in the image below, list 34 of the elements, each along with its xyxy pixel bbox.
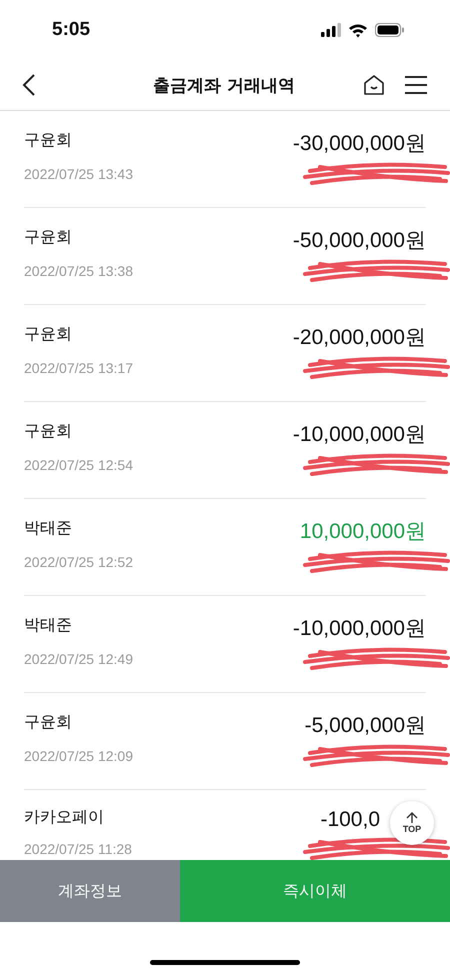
page-title: 출금계좌 거래내역 bbox=[152, 74, 296, 96]
arrow-up-icon bbox=[406, 812, 418, 824]
transaction-name: 카카오페이 bbox=[24, 806, 104, 828]
bottom-bar-button[interactable]: 계좌정보 bbox=[0, 860, 180, 922]
wifi-icon bbox=[349, 22, 367, 38]
menu-icon[interactable] bbox=[402, 73, 430, 97]
transaction-name: 구윤회 bbox=[24, 324, 72, 344]
transaction-date: 2022/07/25 13:17 bbox=[24, 360, 133, 376]
transaction-date: 2022/07/25 13:43 bbox=[24, 166, 133, 182]
transaction-name: 구윤회 bbox=[24, 226, 72, 248]
transaction-name: 박태준 bbox=[24, 614, 72, 636]
transaction-date: 2022/07/25 12:52 bbox=[24, 554, 133, 570]
transaction-name: 구윤회 bbox=[24, 130, 72, 150]
battery-icon bbox=[375, 23, 404, 37]
transaction-amount: 10,000,000원 bbox=[300, 519, 426, 545]
transaction-date: 2022/07/25 12:54 bbox=[24, 457, 133, 473]
transaction-name: 구윤회 bbox=[24, 420, 72, 442]
transaction-date: 2022/07/25 12:09 bbox=[24, 748, 133, 764]
transaction-name: 박태준 bbox=[24, 518, 72, 538]
transaction-date: 2022/07/25 11:28 bbox=[24, 841, 132, 857]
transaction-amount: -30,000,000원 bbox=[292, 131, 426, 157]
transaction-amount: -50,000,000원 bbox=[292, 228, 426, 254]
transaction-amount: -10,000,000원 bbox=[292, 616, 426, 642]
signal-icon bbox=[321, 23, 341, 37]
transaction-amount: -20,000,000원 bbox=[292, 325, 426, 351]
transaction-name: 구윤회 bbox=[24, 712, 72, 732]
transaction-amount: -100,0 bbox=[320, 808, 380, 832]
transaction-amount: -10,000,000원 bbox=[292, 422, 426, 448]
status-time: 5:05 bbox=[52, 19, 90, 41]
transaction-date: 2022/07/25 12:49 bbox=[24, 651, 133, 667]
scroll-top-button[interactable]: TOP bbox=[390, 801, 434, 845]
transaction-amount: -5,000,000원 bbox=[304, 713, 426, 739]
bottom-bar-button[interactable]: 즉시이체 bbox=[180, 860, 450, 922]
transaction-date: 2022/07/25 13:38 bbox=[24, 263, 133, 279]
